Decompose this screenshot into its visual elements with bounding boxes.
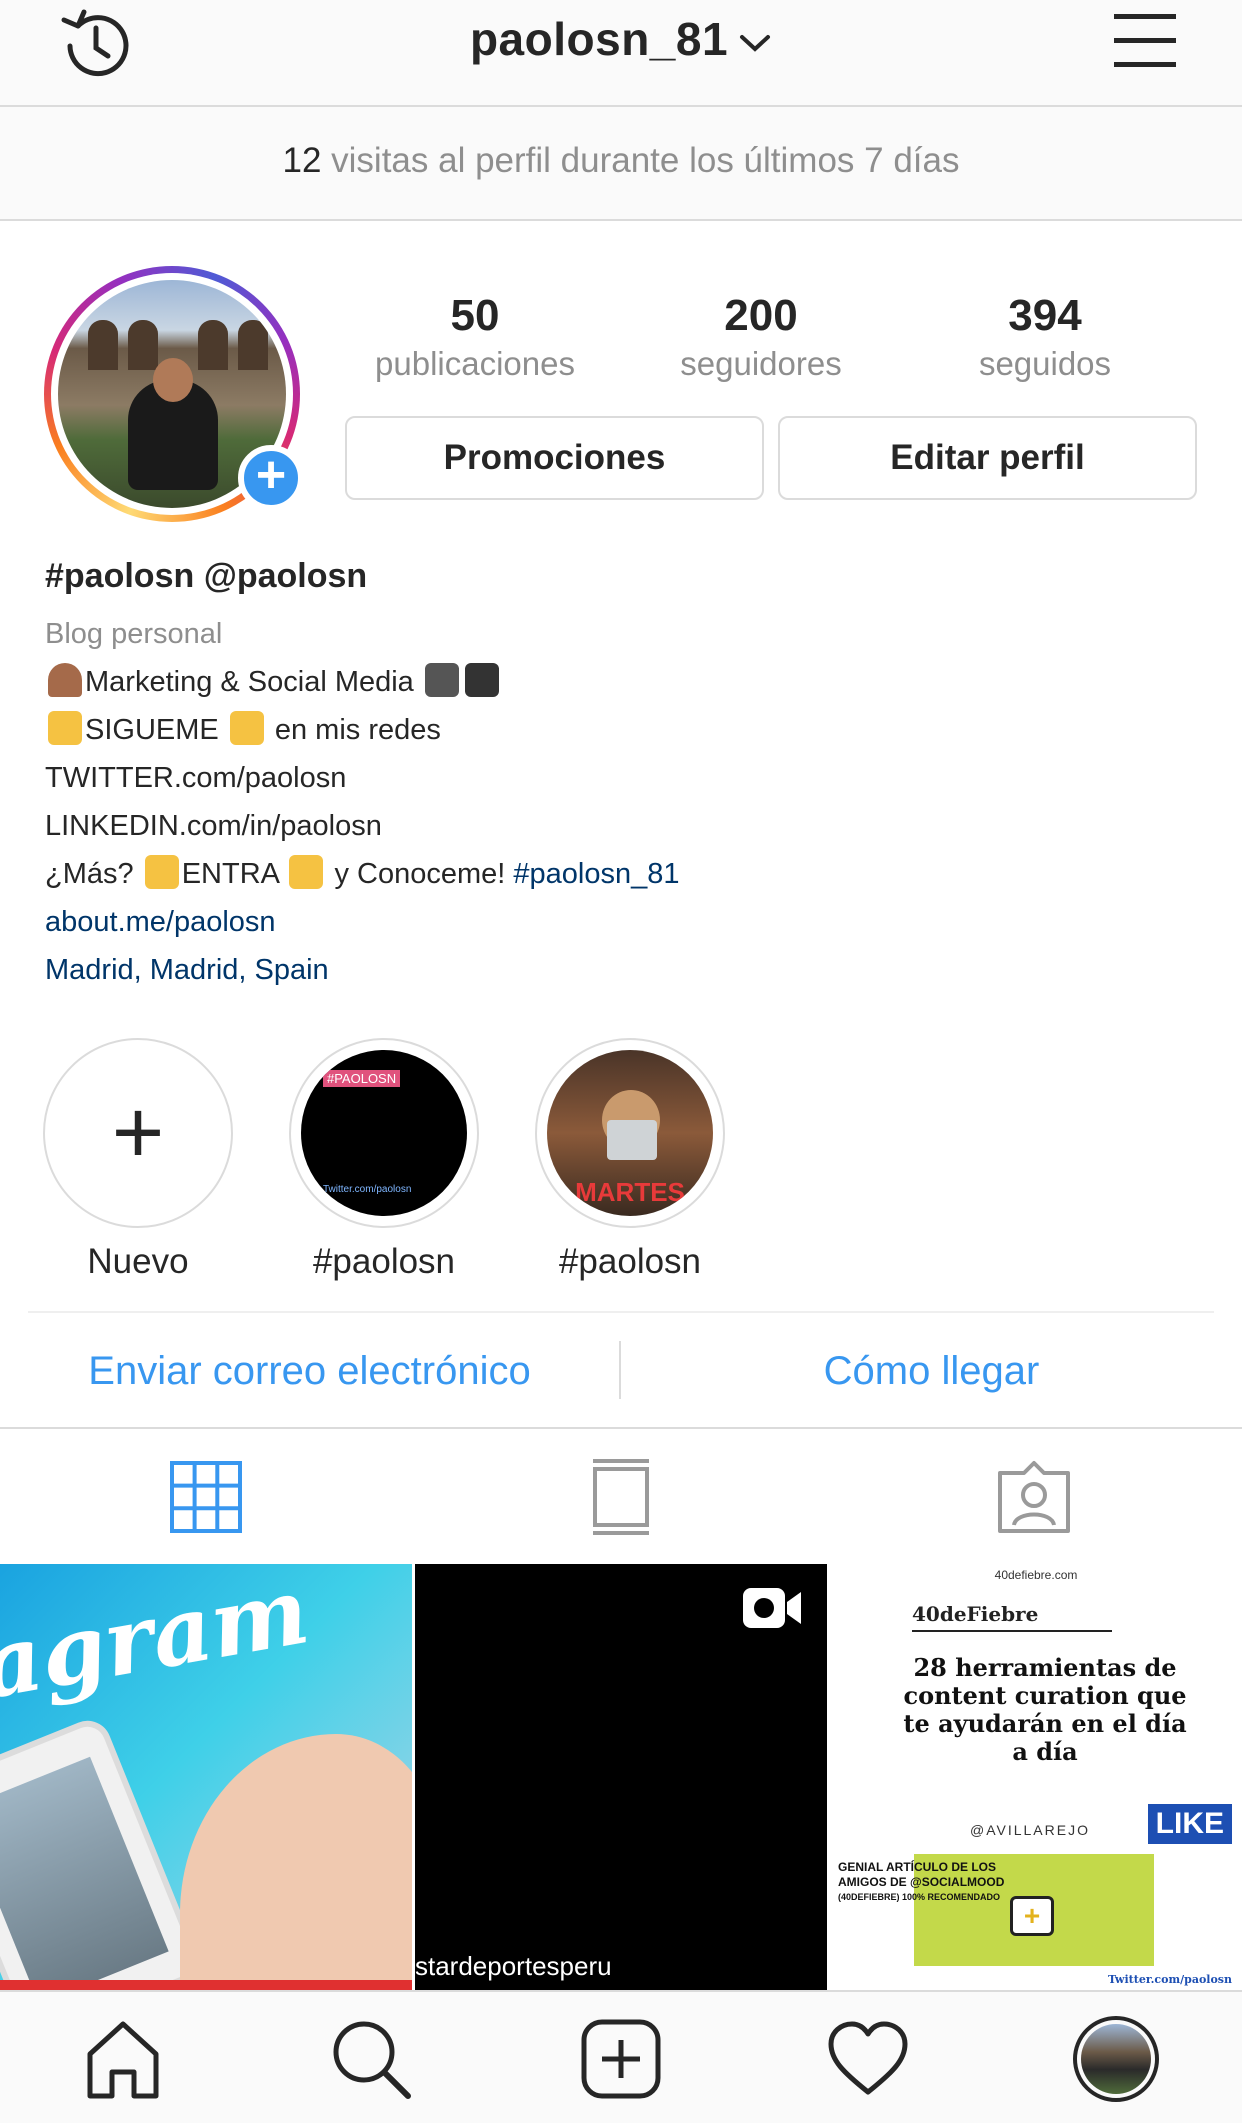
post-thumbnail[interactable]: agram (0, 1564, 412, 1990)
video-camera-emoji-icon (464, 663, 499, 697)
bio-line-4: LINKEDIN.com/in/paolosn (45, 810, 382, 842)
bio-line-1: Marketing & Social Media (45, 658, 1205, 706)
post-thumbnail[interactable]: 40defiebre.com 40deFiebre 28 herramienta… (830, 1564, 1242, 1990)
tagged-view-icon[interactable] (994, 1457, 1074, 1537)
pointing-down-emoji-icon (229, 711, 264, 745)
profile-visits-banner[interactable]: 12 visitas al perfil durante los últimos… (0, 107, 1242, 221)
home-icon[interactable] (80, 2016, 166, 2102)
profile-avatar-icon[interactable] (1073, 2016, 1159, 2102)
location-link[interactable]: Madrid, Madrid, Spain (45, 946, 1205, 994)
phone-image (0, 1713, 206, 1990)
send-email-button[interactable]: Enviar correo electrónico (0, 1313, 619, 1429)
feed-view-icon[interactable] (581, 1457, 661, 1537)
post-thumbnail[interactable]: stardeportesperu (415, 1564, 827, 1990)
grid-view-icon[interactable] (166, 1457, 246, 1537)
pointing-down-emoji-icon (289, 855, 324, 889)
plus-icon: + (111, 1083, 165, 1183)
stat-posts[interactable]: 50 publicaciones (345, 288, 605, 384)
highlight-item[interactable]: MARTES #paolosn (535, 1038, 725, 1284)
profile-stats: 50 publicaciones 200 seguidores 394 segu… (345, 288, 1205, 388)
like-badge: LIKE (1147, 1804, 1232, 1844)
hashtag-link[interactable]: #paolosn_81 (513, 858, 679, 890)
bio-line-3: TWITTER.com/paolosn (45, 762, 347, 794)
bio-line-2: SIGUEME en mis redes (45, 706, 1205, 754)
highlight-cover: MARTES (547, 1050, 713, 1216)
technologist-emoji-icon (48, 663, 82, 697)
menu-icon[interactable] (1114, 12, 1176, 68)
bio-line-5: ¿Más? ENTRA y Conoceme! #paolosn_81 (45, 850, 1205, 898)
posts-grid: agram stardeportesperu 40defiebre.com 40… (0, 1564, 1242, 1990)
add-story-button[interactable]: + (238, 445, 304, 511)
visits-text: visitas al perfil durante los últimos 7 … (321, 141, 960, 180)
profile-tabs (0, 1431, 1242, 1564)
pointing-down-emoji-icon (48, 711, 82, 745)
edit-profile-button[interactable]: Editar perfil (778, 416, 1197, 500)
highlight-item[interactable]: #PAOLOSN Twitter.com/paolosn #paolosn (289, 1038, 479, 1284)
heart-icon[interactable] (825, 2016, 911, 2102)
get-directions-button[interactable]: Cómo llegar (621, 1313, 1242, 1429)
stat-following[interactable]: 394 seguidos (915, 288, 1175, 384)
contact-bar: Enviar correo electrónico Cómo llegar (0, 1313, 1242, 1429)
camera-emoji-icon (424, 663, 459, 697)
chevron-down-icon (740, 34, 771, 52)
first-aid-icon: + (1010, 1896, 1054, 1936)
highlight-new[interactable]: + Nuevo (43, 1038, 233, 1284)
pointing-down-emoji-icon (144, 855, 179, 889)
video-icon (743, 1588, 801, 1628)
promotions-button[interactable]: Promociones (345, 416, 764, 500)
visits-count: 12 (282, 141, 322, 180)
profile-name: #paolosn @paolosn (45, 557, 368, 595)
stat-followers[interactable]: 200 seguidores (631, 288, 891, 384)
new-post-icon[interactable] (578, 2016, 664, 2102)
top-bar: paolosn_81 (0, 0, 1242, 107)
bottom-navigation (0, 1990, 1242, 2123)
bio: #paolosn @paolosn Blog personal Marketin… (45, 548, 1205, 994)
username: paolosn_81 (469, 13, 729, 65)
account-switcher[interactable]: paolosn_81 (0, 12, 1242, 66)
website-link[interactable]: about.me/paolosn (45, 898, 1205, 946)
search-icon[interactable] (328, 2016, 414, 2102)
profile-category: Blog personal (45, 618, 223, 650)
highlight-cover: #PAOLOSN Twitter.com/paolosn (301, 1050, 467, 1216)
